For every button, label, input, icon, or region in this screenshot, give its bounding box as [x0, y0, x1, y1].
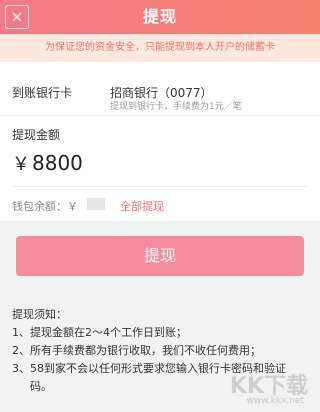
security-notice: 为保证您的资金安全，只能提现到本人开户的储蓄卡: [0, 34, 320, 62]
bank-fee-note: 提现到银行卡，手续费为1元／笔: [110, 102, 242, 112]
divider: [12, 186, 308, 187]
amount-input[interactable]: ￥ 8800: [12, 150, 83, 176]
bank-card-label: 到账银行卡: [12, 86, 73, 100]
wallet-balance-label: 钱包余额：￥: [12, 200, 78, 213]
top-bar: × 提现: [0, 0, 320, 34]
withdraw-button[interactable]: 提现: [16, 236, 304, 276]
withdraw-all-link[interactable]: 全部提现: [120, 198, 164, 214]
page-title: 提现: [142, 7, 177, 26]
wallet-balance-value: [87, 198, 105, 210]
notes-item: 1、提现金额在2～4个工作日到账；: [12, 326, 187, 339]
bank-card-row[interactable]: 到账银行卡 招商银行（0077） 提现到银行卡，手续费为1元／笔: [0, 62, 320, 116]
watermark-url: www.kkx.net: [246, 396, 305, 406]
amount-label: 提现金额: [12, 128, 61, 142]
amount-value: 8800: [32, 151, 83, 175]
notes-title: 提现须知：: [12, 308, 67, 321]
notes-item: 2、所有手续费都为银行收取，我们不收任何费用；: [12, 344, 261, 357]
currency-symbol: ￥: [12, 154, 30, 175]
site-watermark: KK下载 www.kkx.net: [214, 366, 314, 406]
withdraw-form: 到账银行卡 招商银行（0077） 提现到银行卡，手续费为1元／笔 提现金额 ￥ 8…: [0, 62, 320, 221]
